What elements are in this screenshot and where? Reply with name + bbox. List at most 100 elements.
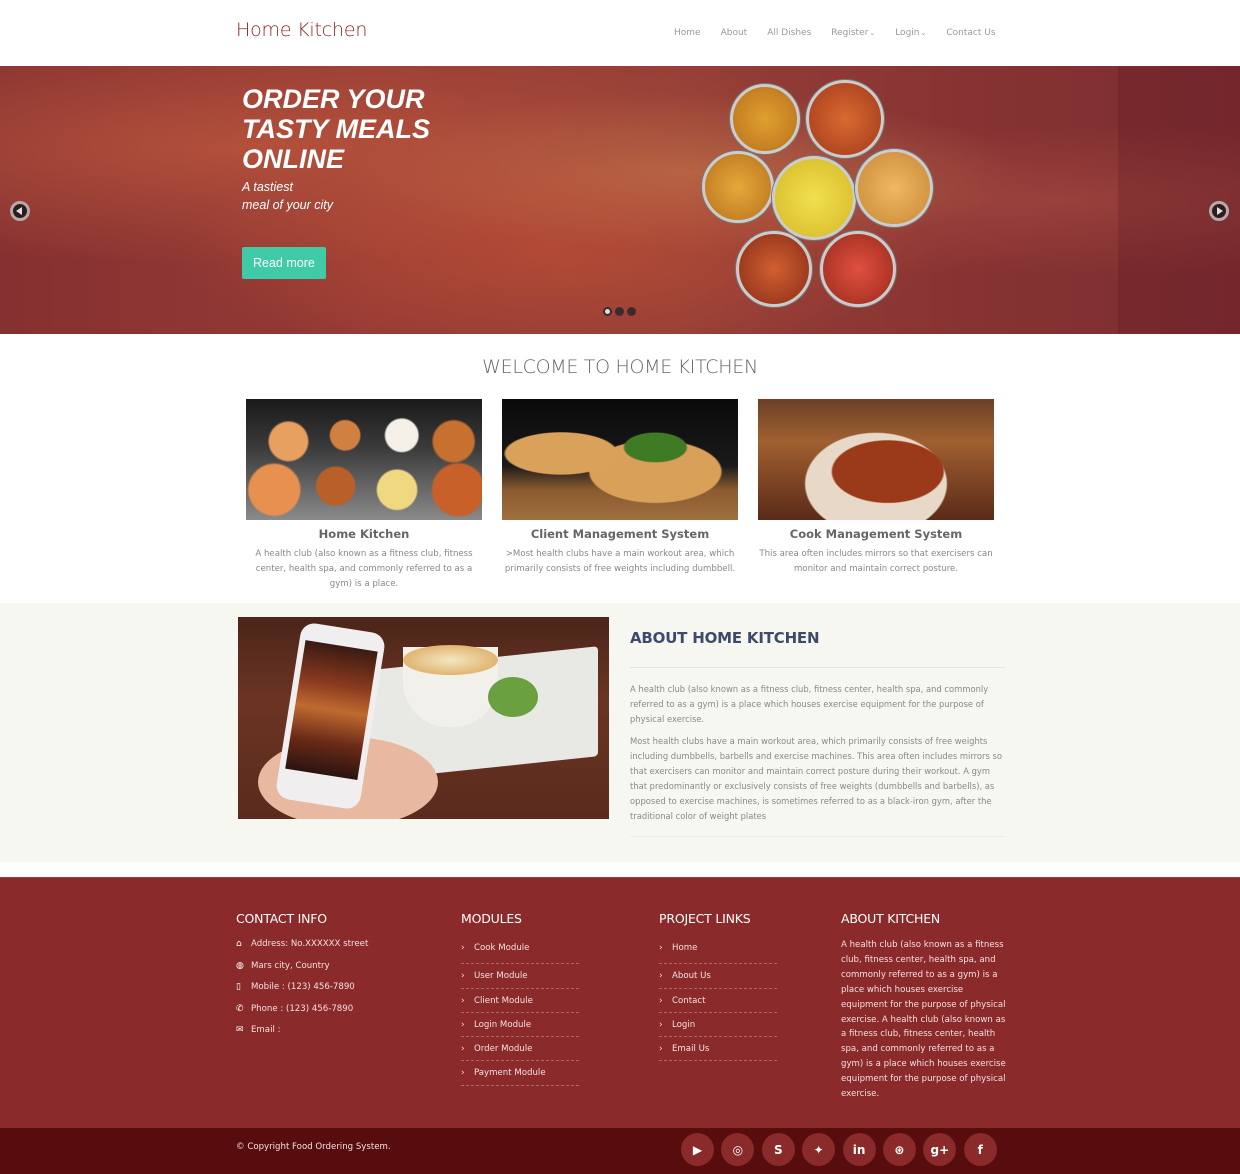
slide-dot-3[interactable] bbox=[627, 307, 636, 316]
nav-register-label: Register bbox=[831, 28, 869, 38]
social-links: ▶ ◎ S ✦ in ⊛ g+ f bbox=[681, 1133, 997, 1166]
nav-about-label: About bbox=[720, 28, 748, 38]
nav-login-dropdown[interactable]: Login⌄ bbox=[895, 28, 926, 38]
chevron-down-icon: ⌄ bbox=[869, 29, 876, 37]
chevron-right-icon: › bbox=[461, 1044, 465, 1055]
chevron-right-icon: › bbox=[461, 1019, 465, 1030]
dribbble-icon[interactable]: ⊛ bbox=[882, 1133, 916, 1166]
welcome-title: WELCOME TO HOME KITCHEN bbox=[482, 356, 758, 378]
nav-all-dishes-label: All Dishes bbox=[767, 28, 812, 38]
module-link[interactable]: › Cook Module bbox=[461, 940, 579, 965]
card-title: Client Management System bbox=[530, 527, 710, 541]
site-logo[interactable]: Home Kitchen bbox=[236, 19, 367, 41]
hero-title: ORDER YOUR TASTY MEALS ONLINE bbox=[242, 84, 431, 174]
facebook-icon[interactable]: f bbox=[963, 1133, 997, 1166]
card-title: Cook Management System bbox=[789, 527, 963, 541]
envelope-icon: ✉ bbox=[236, 1025, 244, 1035]
nav-home-label: Home bbox=[674, 28, 701, 38]
dish-image bbox=[820, 231, 896, 307]
nav-contact-us[interactable]: Contact Us bbox=[946, 28, 995, 38]
project-link[interactable]: › Home bbox=[659, 940, 777, 965]
chevron-right-icon: › bbox=[461, 971, 465, 982]
dish-image bbox=[772, 156, 856, 240]
about-paragraph: A health club (also known as a fitness c… bbox=[630, 684, 989, 724]
google-plus-icon[interactable]: g+ bbox=[923, 1133, 957, 1166]
about-title: ABOUT HOME KITCHEN bbox=[630, 629, 1005, 668]
contact-address: ⌂ Address: No.XXXXXX street bbox=[236, 939, 368, 961]
youtube-icon[interactable]: ▶ bbox=[681, 1133, 714, 1166]
prev-slide-arrow-icon[interactable] bbox=[10, 201, 30, 221]
link-label: About Us bbox=[672, 971, 711, 982]
chevron-right-icon: › bbox=[461, 995, 465, 1006]
module-link[interactable]: › Client Module bbox=[461, 989, 579, 1013]
soup bbox=[403, 645, 498, 675]
about-image-phone-ordering bbox=[238, 617, 609, 819]
footer-heading: PROJECT LINKS bbox=[659, 911, 751, 926]
link-label: Payment Module bbox=[474, 1068, 546, 1079]
contact-city: ◍ Mars city, Country bbox=[236, 961, 368, 983]
nav-about[interactable]: About bbox=[721, 28, 748, 38]
copyright-text: © Copyright Food Ordering System. bbox=[236, 1142, 391, 1152]
footer-modules: MODULES › Cook Module › User Module › Clien… bbox=[461, 911, 579, 1086]
hero-caption: ORDER YOUR TASTY MEALS ONLINE A tastiest… bbox=[242, 84, 482, 279]
link-label: User Module bbox=[474, 971, 528, 982]
project-link[interactable]: › About Us bbox=[659, 964, 777, 989]
chevron-right-icon: › bbox=[659, 1019, 663, 1030]
module-link[interactable]: › Order Module bbox=[461, 1037, 579, 1062]
chevron-right-icon: › bbox=[659, 943, 663, 953]
footer-heading: MODULES bbox=[461, 911, 522, 926]
github-icon[interactable]: ◎ bbox=[721, 1133, 755, 1166]
contact-list: ⌂ Address: No.XXXXXX street ◍ Mars city, C… bbox=[236, 939, 368, 1047]
link-label: Contact bbox=[672, 995, 706, 1006]
module-link[interactable]: › Payment Module bbox=[461, 1061, 579, 1086]
chevron-right-icon: › bbox=[659, 971, 663, 982]
nav-all-dishes[interactable]: All Dishes bbox=[767, 28, 811, 38]
footer-heading: ABOUT KITCHEN bbox=[841, 911, 941, 926]
chevron-down-icon: ⌄ bbox=[920, 29, 927, 37]
module-link[interactable]: › User Module bbox=[461, 964, 579, 989]
link-label: Login bbox=[672, 1019, 696, 1030]
nav-register-dropdown[interactable]: Register⌄ bbox=[831, 28, 875, 38]
main-nav: Home About All Dishes Register⌄ Login⌄ C… bbox=[674, 28, 1016, 38]
linkedin-icon[interactable]: in bbox=[842, 1133, 876, 1166]
feature-card: Home Kitchen A health club (also known a… bbox=[246, 399, 482, 592]
about-paragraph: Most health clubs have a main workout ar… bbox=[630, 736, 1003, 821]
card-text: >Most health clubs have a main workout a… bbox=[504, 549, 736, 574]
footer-heading: CONTACT INFO bbox=[236, 911, 327, 926]
footer-bottom-bar: © Copyright Food Ordering System. ▶ ◎ S … bbox=[0, 1128, 1240, 1174]
dish-image bbox=[855, 149, 933, 227]
feature-card: Cook Management System This area often i… bbox=[758, 399, 994, 592]
card-image-grilled-chicken bbox=[758, 399, 994, 520]
slide-dot-2[interactable] bbox=[615, 307, 624, 316]
slide-dot-1[interactable] bbox=[603, 307, 612, 316]
link-label: Login Module bbox=[474, 1019, 532, 1030]
project-links-list: › Home › About Us › Contact › Login › Email U… bbox=[659, 940, 777, 1062]
project-link[interactable]: › Email Us bbox=[659, 1037, 777, 1062]
read-more-button[interactable]: Read more bbox=[242, 247, 326, 279]
card-image-food-bowls bbox=[246, 399, 482, 520]
contact-email: ✉ Email : bbox=[236, 1025, 368, 1047]
card-text: A health club (also known as a fitness c… bbox=[255, 549, 473, 589]
skype-icon[interactable]: S bbox=[761, 1133, 795, 1166]
twitter-icon[interactable]: ✦ bbox=[802, 1133, 836, 1166]
project-link[interactable]: › Login bbox=[659, 1013, 777, 1038]
footer-project-links: PROJECT LINKS › Home › About Us › Contact ›… bbox=[659, 911, 777, 1062]
hero-subtitle-line1: A tastiest bbox=[242, 180, 293, 194]
link-label: Order Module bbox=[474, 1044, 533, 1055]
module-link[interactable]: › Login Module bbox=[461, 1013, 579, 1038]
contact-text: Mobile : (123) 456-7890 bbox=[251, 982, 355, 992]
nav-home[interactable]: Home bbox=[674, 28, 701, 38]
link-label: Cook Module bbox=[474, 943, 530, 953]
divider bbox=[630, 836, 1005, 837]
home-icon: ⌂ bbox=[236, 939, 242, 949]
mobile-icon: ▯ bbox=[236, 982, 241, 992]
dish-image bbox=[730, 84, 800, 154]
hero-subtitle: A tastiest meal of your city bbox=[242, 178, 362, 214]
next-slide-preview bbox=[1118, 66, 1240, 334]
about-content: ABOUT HOME KITCHEN A health club (also k… bbox=[630, 629, 1005, 837]
salad bbox=[488, 677, 538, 717]
slider-pagination bbox=[603, 307, 636, 316]
project-link[interactable]: › Contact bbox=[659, 989, 777, 1013]
next-slide-arrow-icon[interactable] bbox=[1209, 201, 1229, 221]
dish-image bbox=[702, 151, 774, 223]
